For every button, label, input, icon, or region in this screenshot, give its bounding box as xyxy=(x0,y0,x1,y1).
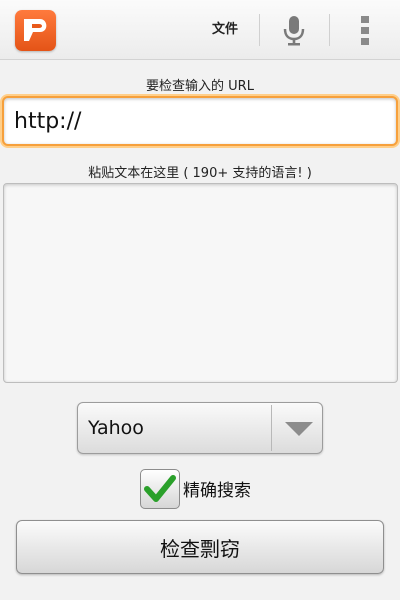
check-plagiarism-button[interactable]: 检查剽窃 xyxy=(16,520,384,574)
overflow-menu-icon[interactable] xyxy=(350,12,380,48)
action-bar-divider xyxy=(259,14,260,46)
exact-search-label: 精确搜索 xyxy=(183,481,251,501)
dropdown-divider xyxy=(271,405,272,451)
action-bar-divider xyxy=(329,14,330,46)
url-label: 要检查输入的 URL xyxy=(146,79,254,94)
checkmark-icon xyxy=(144,475,176,502)
action-bar: 文件 xyxy=(0,0,400,60)
paste-text-label: 粘贴文本在这里 ( 190+ 支持的语言! ) xyxy=(88,166,312,181)
dropdown-arrow-icon xyxy=(285,422,313,436)
app-logo-icon[interactable] xyxy=(15,10,56,51)
url-input[interactable] xyxy=(2,96,398,146)
paste-text-area[interactable] xyxy=(3,183,398,383)
search-engine-selected: Yahoo xyxy=(88,417,144,439)
exact-search-checkbox[interactable] xyxy=(140,469,180,509)
microphone-icon[interactable] xyxy=(276,12,312,48)
search-engine-dropdown[interactable]: Yahoo xyxy=(77,402,323,454)
file-menu-button[interactable]: 文件 xyxy=(199,8,251,52)
